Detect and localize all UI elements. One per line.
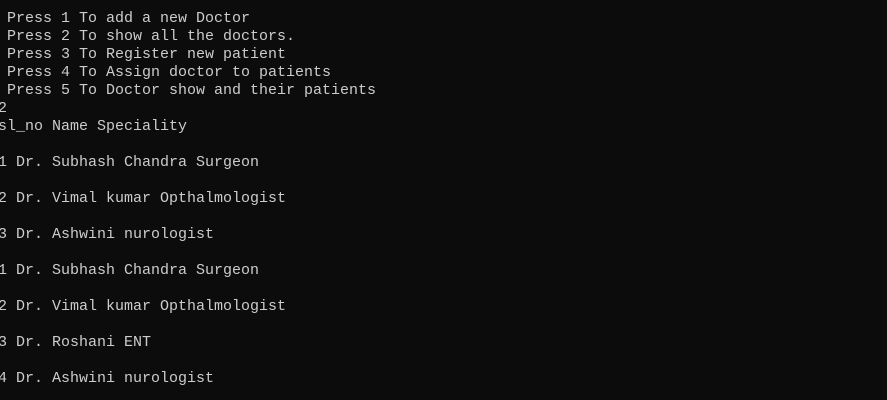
table-header: sl_no Name Speciality — [0, 118, 188, 135]
console-output[interactable]: Press 1 To add a new Doctor Press 2 To s… — [0, 0, 887, 400]
menu-option-5: Press 5 To Doctor show and their patient… — [0, 82, 377, 99]
doctor-row: 3 Dr. Roshani ENT — [0, 334, 152, 351]
doctor-row: 4 Dr. Ashwini nurologist — [0, 370, 215, 387]
menu-option-1: Press 1 To add a new Doctor — [0, 10, 251, 27]
menu-option-3: Press 3 To Register new patient — [0, 46, 287, 63]
menu-option-2: Press 2 To show all the doctors. — [0, 28, 296, 45]
menu-option-4: Press 4 To Assign doctor to patients — [0, 64, 332, 81]
doctor-row: 2 Dr. Vimal kumar Opthalmologist — [0, 190, 287, 207]
doctor-row: 2 Dr. Vimal kumar Opthalmologist — [0, 298, 287, 315]
user-input: 2 — [0, 100, 8, 117]
doctor-row: 1 Dr. Subhash Chandra Surgeon — [0, 154, 260, 171]
doctor-row: 3 Dr. Ashwini nurologist — [0, 226, 215, 243]
doctor-row: 1 Dr. Subhash Chandra Surgeon — [0, 262, 260, 279]
